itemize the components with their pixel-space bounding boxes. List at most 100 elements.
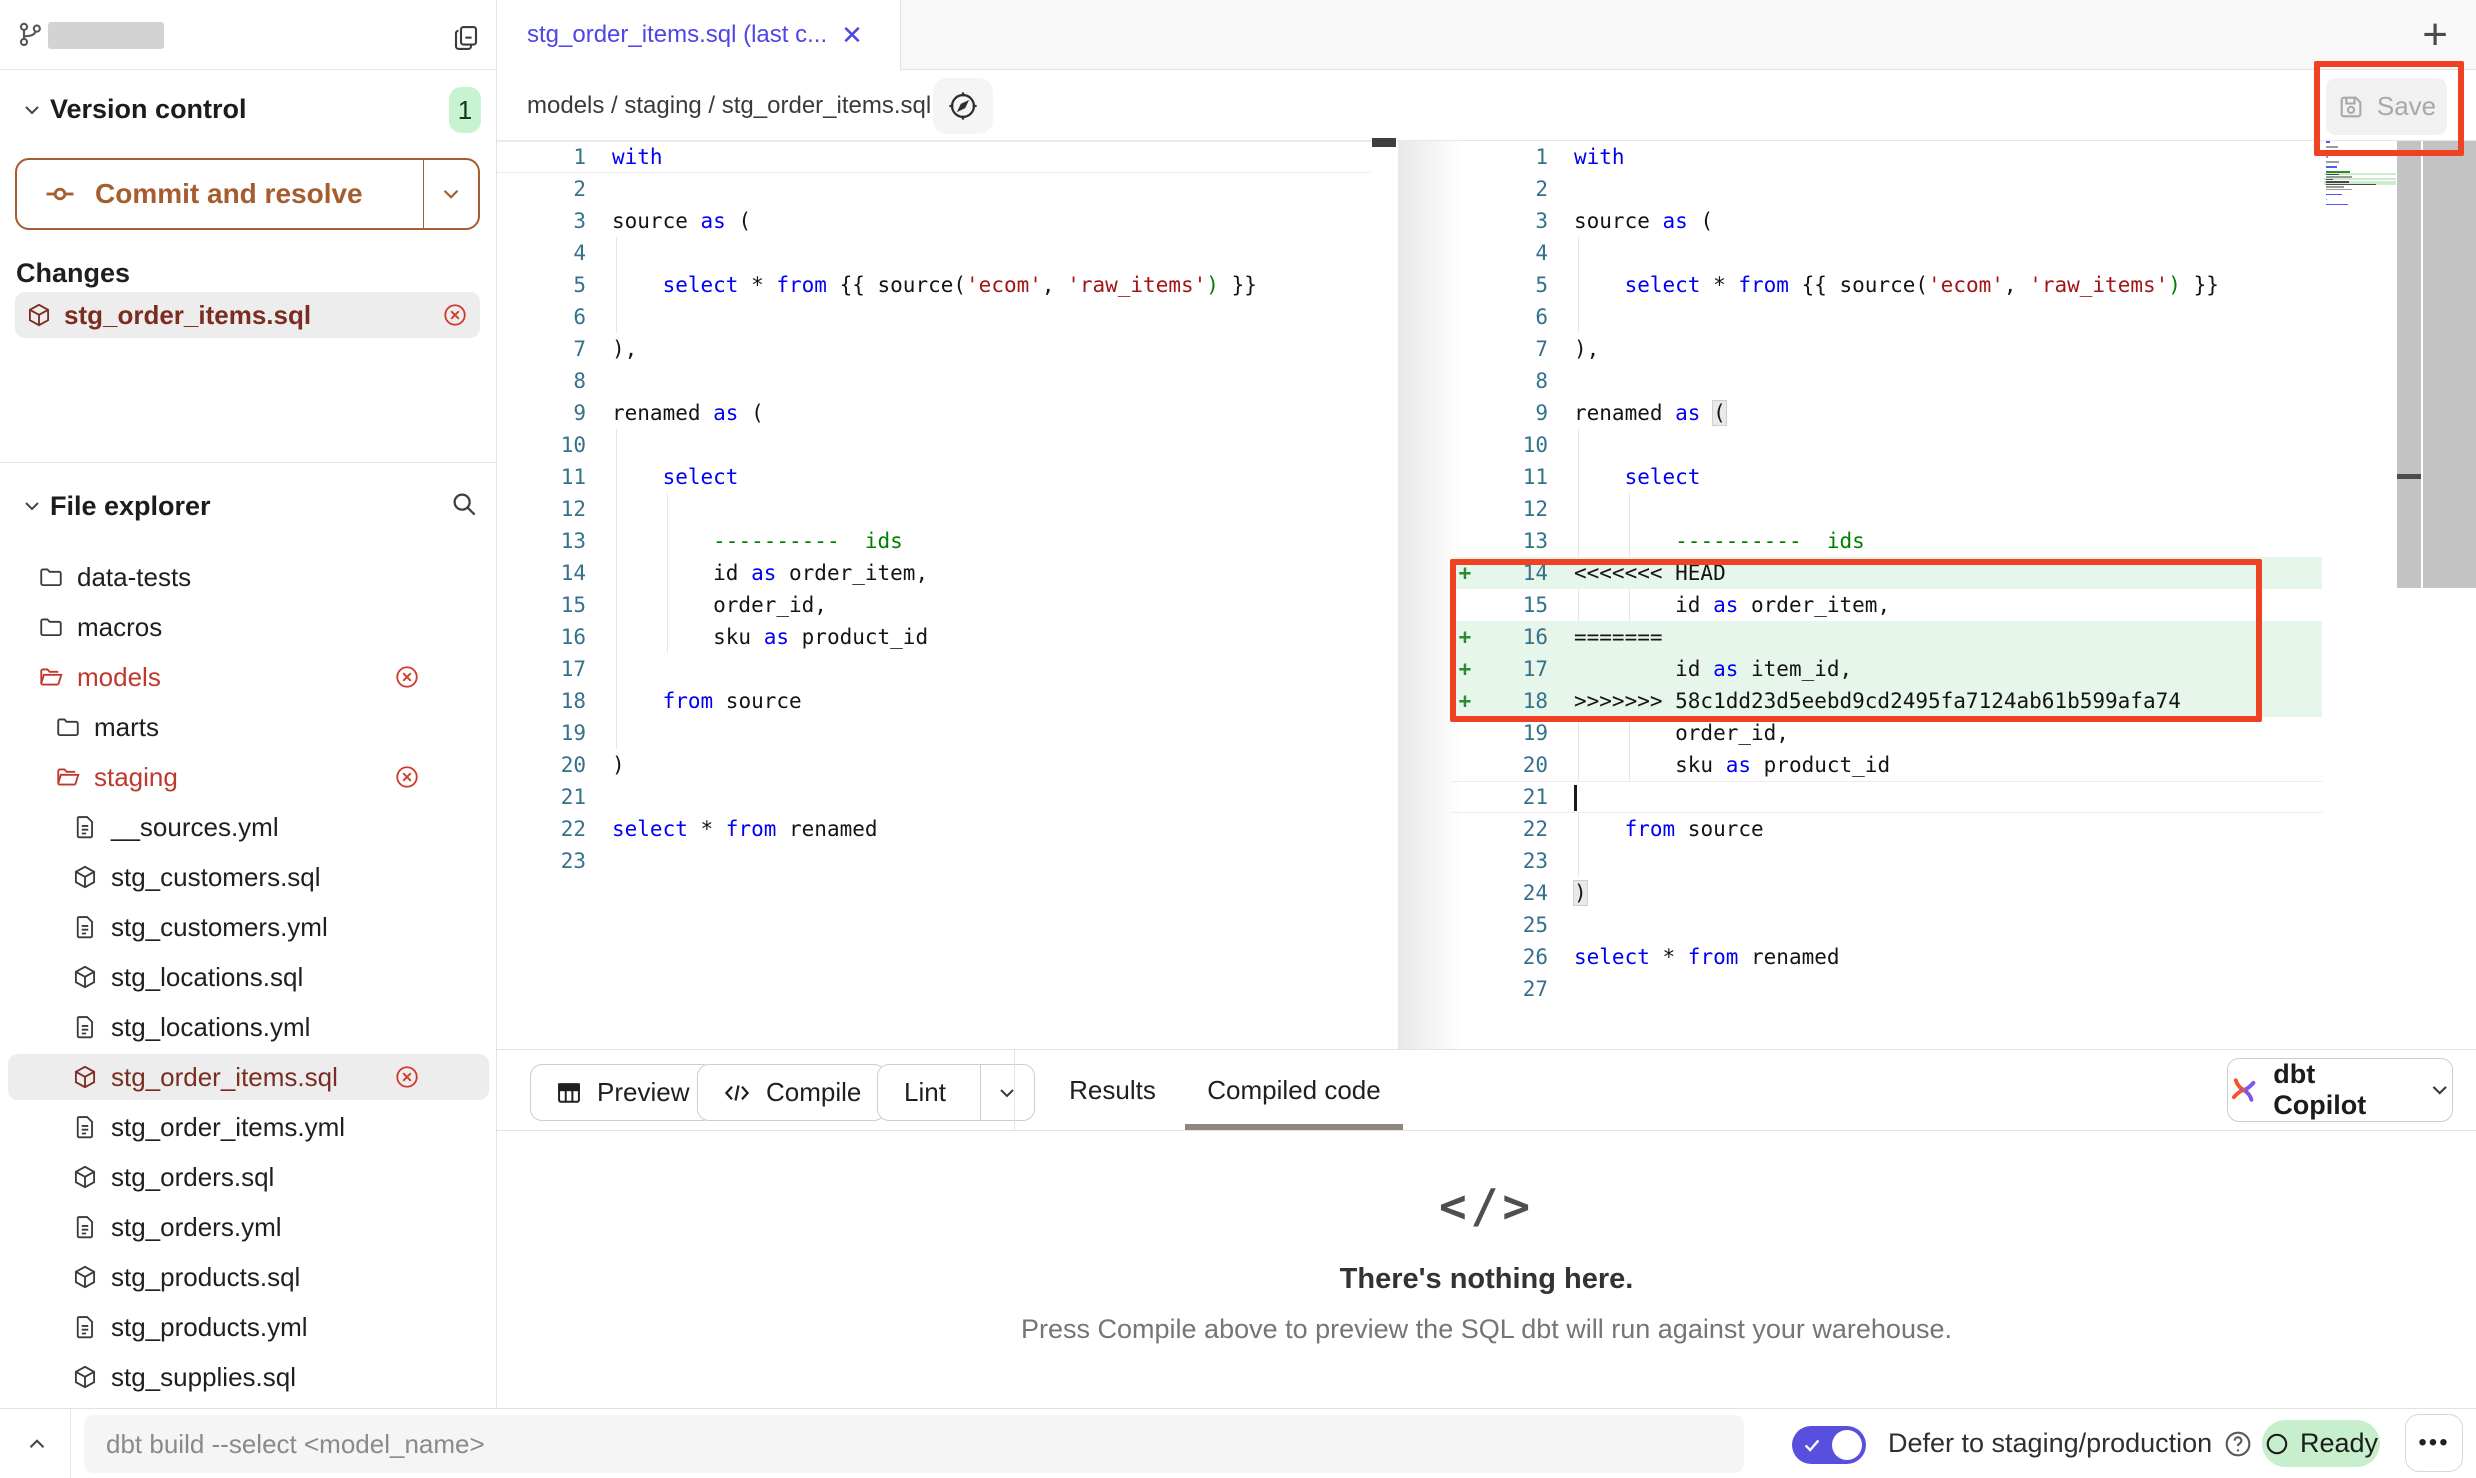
code-line-20[interactable]: 20 sku as product_id [1452,749,2322,781]
file-tree-item-staging[interactable]: staging [0,752,497,802]
save-button[interactable]: Save [2326,78,2447,135]
code-line-23[interactable]: 23 [497,845,1371,877]
dbt-copilot-button[interactable]: dbt Copilot [2227,1058,2453,1122]
code-line-24[interactable]: 24) [1452,877,2322,909]
file-tree-item-stg-customers-sql[interactable]: stg_customers.sql [0,852,497,902]
code-line-9[interactable]: 9renamed as ( [497,397,1371,429]
code-line-10[interactable]: 10 [1452,429,2322,461]
compile-button[interactable]: Compile [697,1064,886,1121]
preview-button[interactable]: Preview [530,1064,714,1121]
minimap[interactable] [2324,141,2396,208]
compass-button[interactable] [933,78,993,134]
version-control-collapse-icon[interactable] [20,98,44,122]
code-line-1[interactable]: 1with [497,141,1371,173]
file-tree-item-stg-products-sql[interactable]: stg_products.sql [0,1252,497,1302]
commit-dropdown-button[interactable] [423,160,478,228]
code-line-16[interactable]: 16 sku as product_id [497,621,1371,653]
code-line-4[interactable]: 4 [1452,237,2322,269]
code-line-13[interactable]: 13 ---------- ids [1452,525,2322,557]
editor-pane-left[interactable]: 1with23source as (45 select * from {{ so… [497,141,1371,877]
changed-file-row[interactable]: stg_order_items.sql [15,292,480,338]
commit-and-resolve-button[interactable]: Commit and resolve [15,158,480,230]
file-tree-item-macros[interactable]: macros [0,602,497,652]
code-line-19[interactable]: 19 [497,717,1371,749]
file-tree-item-stg-order-items-sql[interactable]: stg_order_items.sql [0,1052,497,1102]
tab-compiled-code[interactable]: Compiled code [1185,1049,1403,1131]
dbt-command-input[interactable]: dbt build --select <model_name> [84,1415,1744,1473]
code-line-7[interactable]: 7), [497,333,1371,365]
status-ready-badge[interactable]: Ready [2262,1420,2380,1467]
window-scrollbar-track[interactable] [2423,141,2476,588]
code-line-2[interactable]: 2 [1452,173,2322,205]
file-tree-item-stg-order-items-yml[interactable]: stg_order_items.yml [0,1102,497,1152]
file-tree-item-stg-locations-yml[interactable]: stg_locations.yml [0,1002,497,1052]
code-line-4[interactable]: 4 [497,237,1371,269]
code-line-25[interactable]: 25 [1452,909,2322,941]
code-line-27[interactable]: 27 [1452,973,2322,1005]
code-line-6[interactable]: 6 [1452,301,2322,333]
code-line-13[interactable]: 13 ---------- ids [497,525,1371,557]
code-line-2[interactable]: 2 [497,173,1371,205]
code-line-16[interactable]: +16======= [1452,621,2322,653]
discard-change-icon[interactable] [394,1064,420,1090]
lint-dropdown-button[interactable] [980,1065,1034,1120]
file-tree-item-stg-supplies-sql[interactable]: stg_supplies.sql [0,1352,497,1402]
code-line-17[interactable]: 17 [497,653,1371,685]
editor-pane-right[interactable]: 1with23source as (45 select * from {{ so… [1452,141,2322,1005]
code-line-17[interactable]: +17 id as item_id, [1452,653,2322,685]
code-line-15[interactable]: 15 id as order_item, [1452,589,2322,621]
file-tree-item-marts[interactable]: marts [0,702,497,752]
code-line-11[interactable]: 11 select [1452,461,2322,493]
code-line-12[interactable]: 12 [1452,493,2322,525]
code-line-8[interactable]: 8 [497,365,1371,397]
file-explorer-collapse-icon[interactable] [20,494,44,518]
file-tree-item-models[interactable]: models [0,652,497,702]
chevron-up-icon[interactable] [24,1431,50,1457]
new-tab-button[interactable]: + [2422,10,2448,60]
file-tree-item--sources-yml[interactable]: __sources.yml [0,802,497,852]
code-line-21[interactable]: 21 [1452,781,2322,813]
code-line-3[interactable]: 3source as ( [1452,205,2322,237]
code-line-10[interactable]: 10 [497,429,1371,461]
defer-toggle[interactable] [1792,1426,1866,1464]
code-line-11[interactable]: 11 select [497,461,1371,493]
file-tree-item-data-tests[interactable]: data-tests [0,552,497,602]
code-line-18[interactable]: 18 from source [497,685,1371,717]
discard-change-icon[interactable] [442,302,468,328]
help-icon[interactable] [2222,1428,2254,1460]
code-line-3[interactable]: 3source as ( [497,205,1371,237]
file-tree-item-stg-products-yml[interactable]: stg_products.yml [0,1302,497,1352]
code-line-19[interactable]: 19 order_id, [1452,717,2322,749]
code-line-22[interactable]: 22select * from renamed [497,813,1371,845]
code-line-8[interactable]: 8 [1452,365,2322,397]
code-line-6[interactable]: 6 [497,301,1371,333]
code-line-14[interactable]: 14 id as order_item, [497,557,1371,589]
code-line-18[interactable]: +18>>>>>>> 58c1dd23d5eebd9cd2495fa7124ab… [1452,685,2322,717]
code-line-21[interactable]: 21 [497,781,1371,813]
code-line-9[interactable]: 9renamed as ( [1452,397,2322,429]
code-line-5[interactable]: 5 select * from {{ source('ecom', 'raw_i… [1452,269,2322,301]
discard-change-icon[interactable] [394,764,420,790]
lint-button-label[interactable]: Lint [878,1065,966,1120]
code-line-26[interactable]: 26select * from renamed [1452,941,2322,973]
discard-change-icon[interactable] [394,664,420,690]
code-line-22[interactable]: 22 from source [1452,813,2322,845]
tab-stg-order-items[interactable]: stg_order_items.sql (last c... ✕ [497,0,901,70]
file-tree-item-stg-locations-sql[interactable]: stg_locations.sql [0,952,497,1002]
code-line-15[interactable]: 15 order_id, [497,589,1371,621]
lint-button[interactable]: Lint [877,1064,1035,1121]
code-line-5[interactable]: 5 select * from {{ source('ecom', 'raw_i… [497,269,1371,301]
file-tree-item-stg-customers-yml[interactable]: stg_customers.yml [0,902,497,952]
code-line-1[interactable]: 1with [1452,141,2322,173]
minimap-scrollbar-track[interactable] [2397,141,2421,588]
search-icon[interactable] [449,489,479,519]
code-line-7[interactable]: 7), [1452,333,2322,365]
file-tree-item-stg-orders-yml[interactable]: stg_orders.yml [0,1202,497,1252]
left-scrollbar-thumb[interactable] [1372,138,1396,147]
copy-icon[interactable] [451,22,481,52]
code-line-14[interactable]: +14<<<<<<< HEAD [1452,557,2322,589]
tab-close-icon[interactable]: ✕ [841,20,863,51]
code-line-20[interactable]: 20) [497,749,1371,781]
more-options-button[interactable]: ••• [2405,1414,2463,1472]
code-line-12[interactable]: 12 [497,493,1371,525]
